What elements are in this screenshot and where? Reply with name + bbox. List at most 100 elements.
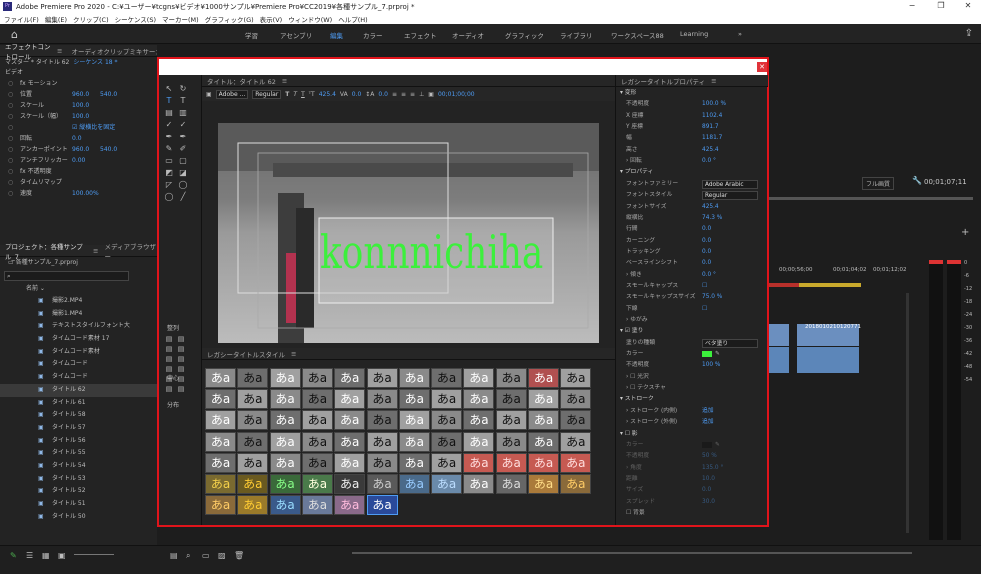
title-style-swatch[interactable]: あa: [205, 452, 236, 473]
leading-value[interactable]: 0.0: [378, 91, 388, 98]
freeform-view-icon[interactable]: ▣: [58, 551, 66, 560]
title-style-swatch[interactable]: あa: [495, 368, 527, 388]
delete-anchor-tool-icon[interactable]: ✎: [164, 144, 174, 154]
menu-item[interactable]: マーカー(M): [162, 14, 199, 24]
project-item[interactable]: ▣ タイムコード: [0, 358, 157, 371]
project-item[interactable]: ▣ 撮影2.MP4: [0, 295, 157, 308]
title-text[interactable]: konnnichiha: [320, 223, 543, 281]
menu-item[interactable]: ウィンドウ(W): [288, 14, 332, 24]
workspace-tab[interactable]: エフェクト: [404, 30, 437, 40]
title-property-value[interactable]: Regular: [702, 191, 758, 201]
title-property-value[interactable]: 425.4: [702, 202, 719, 213]
tab-media-browser[interactable]: メディアブラウザー: [104, 241, 157, 261]
shadow-color-swatch[interactable]: [702, 441, 712, 448]
title-style-swatch[interactable]: あa: [334, 389, 366, 410]
title-style-swatch[interactable]: あa: [560, 431, 592, 452]
title-property-value[interactable]: 追加: [702, 406, 714, 417]
title-property-value[interactable]: 0.0: [702, 485, 711, 496]
title-style-swatch[interactable]: あa: [205, 431, 236, 452]
sequence-clip-label[interactable]: シーケンス 18 *: [73, 57, 117, 68]
title-style-swatch[interactable]: あa: [398, 410, 430, 431]
home-icon[interactable]: ⌂: [11, 28, 18, 41]
icon-view-icon[interactable]: ▦: [42, 551, 50, 560]
share-icon[interactable]: ⇪: [965, 28, 973, 39]
project-item[interactable]: ▣ 撮影1.MP4: [0, 308, 157, 321]
project-item[interactable]: ▣ タイトル 58: [0, 409, 157, 422]
title-property-value[interactable]: 100.0 %: [702, 99, 726, 110]
rectangle-tool-icon[interactable]: ▭: [164, 156, 174, 166]
title-style-swatch[interactable]: あa: [495, 452, 527, 473]
title-property-value[interactable]: ☐: [702, 304, 707, 315]
eyedropper-icon[interactable]: ✎: [715, 349, 720, 360]
tab-stops-icon[interactable]: ⊥: [419, 91, 424, 98]
project-item[interactable]: ▣ タイトル 50: [0, 511, 157, 524]
align-icon[interactable]: ▤: [176, 344, 186, 354]
type-tool-icon[interactable]: T: [164, 96, 174, 106]
align-right-icon[interactable]: ≡: [410, 91, 415, 98]
workspace-tab[interactable]: 学習: [245, 30, 258, 40]
trash-icon[interactable]: 🗑: [234, 551, 244, 560]
pen-tool-icon[interactable]: ✒: [164, 132, 174, 142]
wrench-icon[interactable]: 🔧: [912, 176, 922, 185]
title-style-swatch[interactable]: あa: [205, 368, 236, 388]
project-item[interactable]: ▣ タイトル 51: [0, 498, 157, 511]
title-style-swatch[interactable]: あa: [334, 368, 366, 388]
title-style-swatch[interactable]: あa: [205, 389, 236, 410]
align-icon[interactable]: ▤: [176, 334, 186, 344]
title-property-value[interactable]: 1102.4: [702, 111, 722, 122]
audio-clip[interactable]: [797, 347, 859, 373]
title-property-value[interactable]: 1181.7: [702, 133, 722, 144]
title-style-swatch[interactable]: あa: [237, 452, 269, 473]
panel-menu-icon[interactable]: ≡: [291, 350, 296, 358]
tab-audio-clip-mixer[interactable]: オーディオクリップミキサー：シーケンス 18: [71, 46, 157, 56]
title-style-swatch[interactable]: あa: [301, 389, 333, 410]
font-style-dropdown[interactable]: Regular: [252, 89, 282, 99]
title-style-swatch[interactable]: あa: [495, 410, 527, 431]
project-item[interactable]: ▣ タイトル 56: [0, 435, 157, 448]
fill-color-swatch[interactable]: [702, 351, 712, 358]
workspace-tab[interactable]: Learning: [680, 30, 708, 38]
title-style-swatch[interactable]: あa: [560, 452, 592, 473]
property-value[interactable]: 960.0: [72, 89, 89, 100]
stopwatch-icon[interactable]: ○: [8, 166, 13, 177]
kerning-value[interactable]: 0.0: [352, 91, 362, 98]
title-style-swatch[interactable]: あa: [334, 431, 366, 452]
align-icon[interactable]: ▤: [164, 384, 174, 394]
workspace-tab[interactable]: グラフィック: [505, 30, 544, 40]
arc-tool-icon[interactable]: ◯: [178, 180, 188, 190]
title-property-value[interactable]: 135.0 °: [702, 463, 723, 474]
title-style-swatch[interactable]: あa: [528, 389, 559, 410]
title-style-swatch[interactable]: あa: [269, 474, 301, 494]
title-style-swatch[interactable]: あa: [237, 495, 269, 516]
title-style-swatch[interactable]: あa: [237, 410, 269, 431]
title-property-value[interactable]: ☐: [702, 281, 707, 292]
align-left-icon[interactable]: ≡: [392, 91, 397, 98]
background-timecode[interactable]: 00;01;00;00: [438, 91, 475, 98]
project-item[interactable]: ▣ タイトル 57: [0, 422, 157, 435]
title-style-swatch[interactable]: あa: [560, 368, 592, 388]
title-style-swatch[interactable]: あa: [237, 389, 269, 410]
title-style-swatch[interactable]: あa: [463, 410, 495, 431]
wedge-tool-icon[interactable]: ◸: [164, 180, 174, 190]
title-style-swatch[interactable]: あa: [398, 452, 430, 473]
minimize-button[interactable]: −: [899, 0, 925, 13]
project-item[interactable]: ▣ タイトル 53: [0, 473, 157, 486]
title-style-swatch[interactable]: あa: [334, 410, 366, 431]
title-property-value[interactable]: 追加: [702, 417, 714, 428]
project-item[interactable]: ▣ タイトル 52: [0, 485, 157, 498]
title-property-value[interactable]: 75.0 %: [702, 292, 722, 303]
title-property-value[interactable]: Adobe Arabic: [702, 179, 758, 189]
title-property-value[interactable]: 10.0: [702, 474, 715, 485]
property-value[interactable]: ☑ 縦横比を固定: [72, 122, 115, 133]
title-style-swatch[interactable]: あa: [431, 431, 463, 452]
underline-icon[interactable]: T: [301, 91, 305, 98]
title-style-swatch[interactable]: あa: [431, 452, 463, 473]
property-value-2[interactable]: 540.0: [100, 89, 117, 100]
title-style-swatch[interactable]: あa: [205, 474, 236, 494]
project-item[interactable]: ▣ タイムコード素材 17: [0, 333, 157, 346]
video-clip[interactable]: 2018010210120771: [797, 324, 861, 346]
stopwatch-icon[interactable]: ○: [8, 133, 13, 144]
stopwatch-icon[interactable]: ○: [8, 111, 13, 122]
workspace-tab[interactable]: 編集: [330, 30, 343, 40]
project-item[interactable]: ▣ タイトル 62: [0, 383, 157, 397]
